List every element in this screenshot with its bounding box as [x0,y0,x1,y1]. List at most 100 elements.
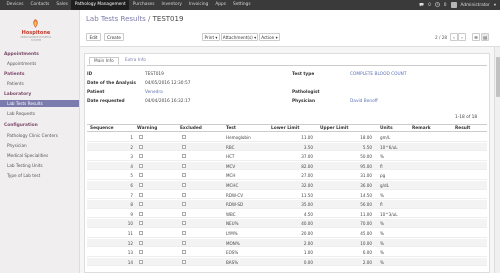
scrollbar-thumb[interactable] [496,57,500,97]
menu-item-settings[interactable]: Settings [230,0,255,10]
test-type-link[interactable]: COMPLETE BLOOD COUNT [350,72,407,77]
physician-link[interactable]: David Benoff [350,99,378,104]
create-button[interactable]: Create [104,33,124,41]
table-row[interactable]: 4 MCV 82.00 95.00 fl [87,161,487,171]
cell-lower-limit: 11.00 [301,135,313,140]
warning-checkbox[interactable] [139,144,143,149]
edit-button[interactable]: Edit [86,33,101,41]
warning-checkbox[interactable] [139,240,143,245]
table-row[interactable]: 3 HCT 37.00 50.00% [87,152,487,161]
sidebar-item-appointments[interactable]: Appointments [7,61,36,66]
warning-checkbox[interactable] [139,231,143,235]
chevron-down-icon[interactable]: ▾ [494,3,496,8]
table-row[interactable]: 10 NEU% 40.00 70.00% [87,219,487,228]
col-result[interactable]: Result [455,126,470,131]
warning-checkbox[interactable] [139,135,143,139]
warning-checkbox[interactable] [139,183,143,187]
menu-item-contacts[interactable]: Contacts [27,0,53,10]
action-dropdown[interactable]: Action ▾ [259,33,280,41]
col-units[interactable]: Units [380,126,393,131]
sidebar-item-medical-specialities[interactable]: Medical Specialities [7,153,48,158]
excluded-checkbox[interactable] [182,192,186,197]
menu-item-pathology-management[interactable]: Pathology Management [71,0,130,10]
sidebar-item-physician[interactable]: Physician [7,143,27,148]
tab-divider [87,65,487,66]
table-row[interactable]: 1 Hemoglobin 11.00 18.00 gm/L [87,133,487,142]
menu-item-purchases[interactable]: Purchases [129,0,158,10]
physician-label: Physician [292,99,316,104]
excluded-checkbox[interactable] [182,163,186,168]
excluded-checkbox[interactable] [182,231,186,235]
warning-checkbox[interactable] [139,163,143,168]
warning-checkbox[interactable] [139,211,143,216]
patient-link[interactable]: Venedra [145,90,163,95]
table-row[interactable]: 5 MCH 27.00 31.00 pg [87,171,487,180]
col-warning[interactable]: Warning [137,126,157,131]
col-upper-limit[interactable]: Upper Limit [320,126,348,131]
excluded-checkbox[interactable] [182,211,186,216]
print-dropdown[interactable]: Print ▾ [202,33,220,41]
table-row[interactable]: 7 RDW-CV 11.50 14.50% [87,191,487,200]
menu-item-devices[interactable]: Devices [3,0,27,10]
menu-item-invoicing[interactable]: Invoicing [185,0,211,10]
excluded-checkbox[interactable] [182,173,186,178]
excluded-checkbox[interactable] [182,144,186,149]
sidebar-item-lab-tests-results[interactable]: Lab Tests Results [0,100,79,107]
breadcrumb-parent[interactable]: Lab Tests Results [86,15,146,23]
warning-checkbox[interactable] [139,259,143,264]
menu-item-apps[interactable]: Apps [212,0,230,10]
warning-checkbox[interactable] [139,173,143,178]
col-test[interactable]: Test [226,126,236,131]
chat-icon[interactable] [419,2,424,9]
warning-checkbox[interactable] [139,192,143,197]
sidebar-item-type-of-lab-test[interactable]: Type of Lab test [7,173,40,178]
col-sequence[interactable]: Sequence [90,126,114,131]
col-remark[interactable]: Remark [412,126,431,131]
clock-icon[interactable] [434,1,440,9]
table-row[interactable]: 12 MON% 2.00 10.00% [87,238,487,248]
table-header: Sequence Warning Excluded Test Lower Lim… [87,124,487,132]
tab-main-info[interactable]: Main Info [89,57,119,65]
table-row[interactable]: 14 BAS% 0.00 2.00% [87,257,487,267]
avatar[interactable] [450,2,457,8]
menu-item-sales[interactable]: Sales [53,0,71,10]
sidebar-item-lab-requests[interactable]: Lab Requests [7,111,35,116]
sidebar-item-patients[interactable]: Patients [7,81,24,86]
user-menu[interactable]: Administrator [461,3,490,8]
excluded-checkbox[interactable] [182,202,186,207]
tab-extra-info[interactable]: Extra Info [121,57,150,65]
excluded-checkbox[interactable] [182,154,186,159]
cell-units: fl [380,202,383,208]
excluded-checkbox[interactable] [182,221,186,226]
excluded-checkbox[interactable] [182,183,186,187]
warning-checkbox[interactable] [139,221,143,226]
excluded-checkbox[interactable] [182,259,186,264]
excluded-checkbox[interactable] [182,240,186,245]
pager-previous-button[interactable]: ‹ [450,33,458,41]
list-view-icon[interactable]: ☰ [472,33,480,41]
warning-checkbox[interactable] [139,154,143,159]
col-lower-limit[interactable]: Lower Limit [271,126,299,131]
excluded-checkbox[interactable] [182,250,186,255]
warning-checkbox[interactable] [139,202,143,207]
id-label: ID [87,72,93,77]
main-menu: Devices Contacts Sales Pathology Managem… [0,0,254,10]
warning-checkbox[interactable] [139,250,143,255]
table-row[interactable]: 8 RDW-SD 35.00 56.00 fl [87,200,487,209]
attachments-dropdown[interactable]: Attachment(s) ▾ [221,33,258,41]
excluded-checkbox[interactable] [182,135,186,139]
table-row[interactable]: 11 LYM% 20.00 45.00% [87,229,487,238]
table-row[interactable]: 6 MCHC 32.00 36.00 g/dL [87,181,487,190]
sidebar-item-pathology-clinic-centers[interactable]: Pathology Clinic Centers [7,133,58,138]
section-appointments: Appointments [4,52,39,57]
sidebar-item-lab-testing-units[interactable]: Lab Testing Units [7,163,43,168]
table-row[interactable]: 13 EOS% 1.00 6.00% [87,248,487,257]
pager-next-button[interactable]: › [458,33,466,41]
table-row[interactable]: 2 RBC 3.50 5.50 10^6/uL [87,142,487,152]
col-excluded[interactable]: Excluded [180,126,202,131]
menu-item-inventory[interactable]: Inventory [158,0,186,10]
table-row[interactable]: 9 WBC 4.50 11.00 10^3/uL [87,210,487,219]
cell-test: NEU% [226,221,239,227]
form-view-icon[interactable]: ▤ [481,33,489,41]
scrollbar[interactable] [494,47,500,273]
